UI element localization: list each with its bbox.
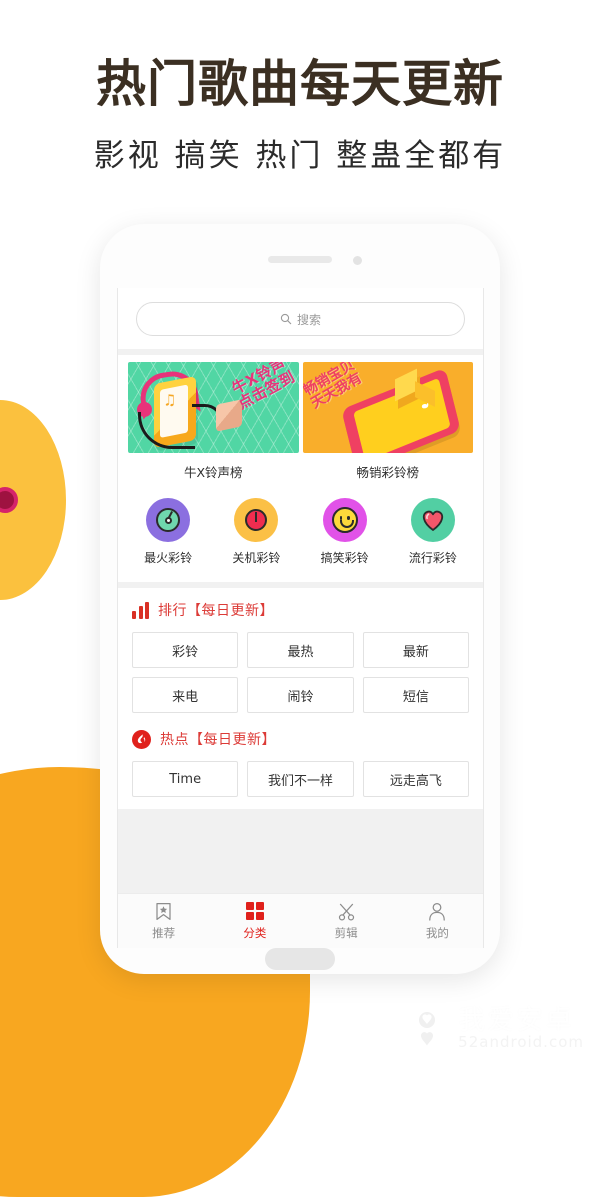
hot-tag[interactable]: 远走高飞	[362, 761, 469, 797]
tab-label-mine: 我的	[425, 925, 449, 940]
grid-cell	[256, 901, 265, 910]
smiley-icon	[331, 507, 358, 533]
ranking-tag[interactable]: 最热	[247, 632, 354, 668]
search-section: 搜索	[118, 288, 483, 349]
ranking-tag[interactable]: 最新	[362, 632, 469, 668]
hot-tag-grid: Time 我们不一样 远走高飞	[132, 761, 469, 797]
category-label-popular: 流行彩铃	[408, 551, 457, 565]
grid-cell	[245, 912, 254, 921]
flame-icon	[132, 729, 151, 749]
grid-cell	[245, 901, 254, 910]
search-input[interactable]: 搜索	[136, 302, 465, 336]
hot-tag[interactable]: Time	[132, 761, 239, 797]
tab-mine[interactable]: 我的	[392, 894, 483, 948]
bookmark-star-icon	[155, 902, 172, 921]
disc-hole-icon	[164, 516, 172, 524]
tab-recommend[interactable]: 推荐	[118, 894, 209, 948]
promo-headline: 热门歌曲每天更新	[96, 55, 504, 113]
ranking-tag-grid: 彩铃 最热 最新 来电 闹铃 短信	[132, 632, 469, 713]
ranking-tag[interactable]: 短信	[362, 677, 469, 713]
watermark-text: 我爱安卓 52android.com	[458, 1004, 584, 1052]
category-label-shutdown: 关机彩铃	[232, 551, 281, 565]
banner-label-ringtone-chart: 牛X铃声榜	[183, 465, 243, 480]
watermark-name: 我爱安卓	[458, 1004, 575, 1036]
grid-icon	[245, 901, 265, 921]
headphone-cord-art	[138, 412, 195, 449]
hot-tag[interactable]: 我们不一样	[247, 761, 354, 797]
banner-image-ringtone-chart: ♫ 牛X铃声 点击签到	[128, 362, 299, 453]
music-note-icon: ♫	[163, 389, 177, 411]
person-icon	[428, 902, 446, 921]
banner-item-ringtone-chart[interactable]: ♫ 牛X铃声 点击签到 牛X铃声榜	[128, 362, 299, 490]
banner-image-crbt-chart: ♪ 畅销宝贝天天我有	[302, 362, 473, 453]
promo-subheadline: 影视 搞笑 热门 整蛊全都有	[93, 137, 507, 174]
category-item-hottest[interactable]: 最火彩铃	[124, 498, 212, 566]
banner-row: ♫ 牛X铃声点击签到 牛X铃声榜 ♪ 畅销宝贝天天我有 畅销彩铃榜	[118, 355, 483, 490]
ranking-section-header: 排行【每日更新】	[132, 600, 469, 620]
heart-icon	[420, 508, 446, 532]
category-label-funny: 搞笑彩铃	[320, 551, 369, 565]
ranking-section: 排行【每日更新】 彩铃 最热 最新 来电 闹铃 短信	[118, 588, 483, 725]
ranking-tag[interactable]: 闹铃	[247, 677, 354, 713]
power-bar-icon	[255, 512, 258, 522]
watermark: 我爱安卓 52android.com	[405, 1003, 584, 1055]
promo-headline-block: 热门歌曲每天更新 影视 搞笑 热门 整蛊全都有	[0, 55, 600, 175]
bottom-tab-bar: 推荐 分类 剪辑 我的	[118, 893, 483, 948]
category-circle-shutdown	[234, 498, 279, 542]
tab-label-recommend: 推荐	[152, 925, 176, 940]
scissors-icon	[337, 902, 356, 921]
banner-item-crbt-chart[interactable]: ♪ 畅销宝贝天天我有 畅销彩铃榜	[302, 362, 473, 490]
category-item-funny[interactable]: 搞笑彩铃	[301, 498, 389, 566]
hot-section: 热点【每日更新】 Time 我们不一样 远走高飞	[118, 725, 483, 809]
category-label-hottest: 最火彩铃	[144, 551, 193, 565]
bar-chart-icon	[132, 601, 149, 619]
watermark-site: 52android.com	[458, 1033, 584, 1052]
tab-category[interactable]: 分类	[209, 894, 300, 948]
tab-edit[interactable]: 剪辑	[301, 894, 392, 948]
power-icon	[245, 509, 268, 531]
category-circle-hottest	[146, 498, 191, 542]
search-placeholder-text: 搜索	[296, 312, 321, 327]
vinyl-disc-icon	[156, 508, 181, 532]
app-screen: 搜索 ♫ 牛X铃声 点击签到 牛X铃声榜 畅销宝贝 天天我有 畅销彩铃榜 最火彩…	[117, 288, 484, 948]
banner-art-text-ringtone: 牛X铃声 点击签到	[229, 362, 299, 413]
search-icon	[280, 313, 292, 325]
category-circle-popular	[410, 498, 455, 542]
tab-label-category: 分类	[243, 925, 267, 940]
phone-front-camera	[353, 256, 362, 265]
banner-label-crbt-chart: 畅销彩铃榜	[356, 465, 419, 480]
phone-earpiece-speaker	[268, 256, 332, 263]
category-item-popular[interactable]: 流行彩铃	[389, 498, 477, 566]
hot-section-title: 热点【每日更新】	[160, 732, 276, 748]
smiley-mouth	[339, 520, 354, 528]
phone-home-button[interactable]	[265, 948, 335, 970]
ranking-tag[interactable]: 彩铃	[132, 632, 239, 668]
android-robot-icon	[405, 1003, 449, 1055]
grid-cell	[256, 912, 265, 921]
category-row: 最火彩铃 关机彩铃 搞笑彩铃 流行彩铃	[118, 490, 483, 582]
ranking-tag[interactable]: 来电	[132, 677, 239, 713]
ranking-section-title: 排行【每日更新】	[158, 603, 274, 619]
tab-label-edit: 剪辑	[334, 925, 358, 940]
category-circle-funny	[322, 498, 367, 542]
category-item-shutdown[interactable]: 关机彩铃	[212, 498, 300, 566]
hot-section-header: 热点【每日更新】	[132, 729, 469, 749]
